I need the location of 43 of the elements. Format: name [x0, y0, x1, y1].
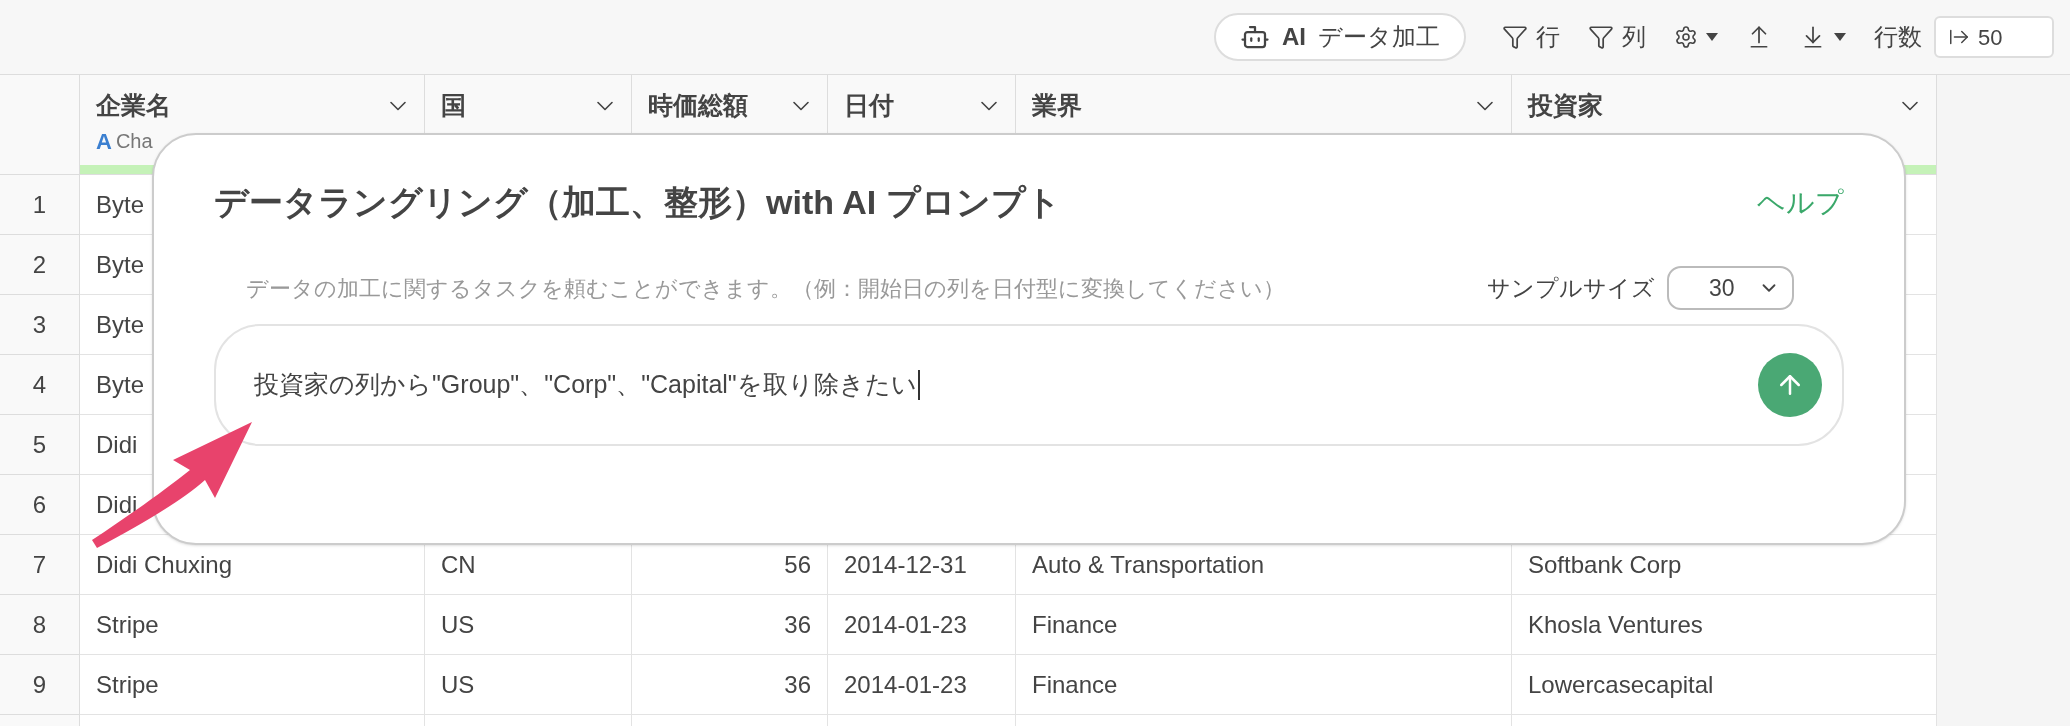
- ai-button[interactable]: AI データ加工: [1214, 13, 1466, 61]
- table-cell: US: [425, 595, 632, 655]
- column-title: 投資家: [1528, 90, 1603, 121]
- caret-icon: [1834, 33, 1846, 41]
- table-cell: 36: [632, 595, 828, 655]
- filter-icon: [1502, 24, 1528, 50]
- caret-icon: [1706, 33, 1718, 41]
- table-cell: Stripe: [80, 595, 425, 655]
- row-number: 2: [0, 235, 80, 295]
- table-cell: Finance: [1016, 595, 1512, 655]
- row-number: 8: [0, 595, 80, 655]
- table-cell: 2014-01-23: [828, 655, 1016, 715]
- column-title: 国: [441, 90, 466, 121]
- sample-size-select[interactable]: 30: [1667, 266, 1794, 310]
- column-type: Cha: [115, 129, 153, 154]
- row-number: 5: [0, 415, 80, 475]
- table-cell: Finance: [1016, 655, 1512, 715]
- row-number: 7: [0, 535, 80, 595]
- row-count-label: 行数: [1874, 22, 1922, 52]
- row-count-field[interactable]: 50: [1934, 16, 2054, 58]
- table-cell: 36: [632, 655, 828, 715]
- table-cell: Khosla Ventures: [1512, 595, 1937, 655]
- table-cell: Stripe: [80, 655, 425, 715]
- row-number: 4: [0, 355, 80, 415]
- prompt-field[interactable]: 投資家の列から"Group"、"Corp"、"Capital"を取り除きたい: [214, 324, 1844, 446]
- table-cell: US: [425, 655, 632, 715]
- filter-icon: [1588, 24, 1614, 50]
- column-filter-button[interactable]: 列: [1588, 19, 1646, 55]
- settings-button[interactable]: [1674, 25, 1718, 49]
- column-title: 時価総額: [648, 90, 748, 121]
- table-cell: Lowercasecapital: [1512, 655, 1937, 715]
- settings-icon: [1674, 25, 1698, 49]
- column-title: 業界: [1032, 90, 1082, 121]
- column-title: 企業名: [96, 90, 171, 121]
- row-filter-button[interactable]: 行: [1502, 19, 1560, 55]
- row-number: 9: [0, 655, 80, 715]
- type-icon: A: [96, 124, 112, 158]
- row-number: 1: [0, 175, 80, 235]
- row-number: 6: [0, 475, 80, 535]
- row-number: 3: [0, 295, 80, 355]
- sample-size-label: サンプルサイズ: [1487, 273, 1655, 303]
- column-title: 日付: [844, 90, 894, 121]
- table-cell: 2014-01-23: [828, 595, 1016, 655]
